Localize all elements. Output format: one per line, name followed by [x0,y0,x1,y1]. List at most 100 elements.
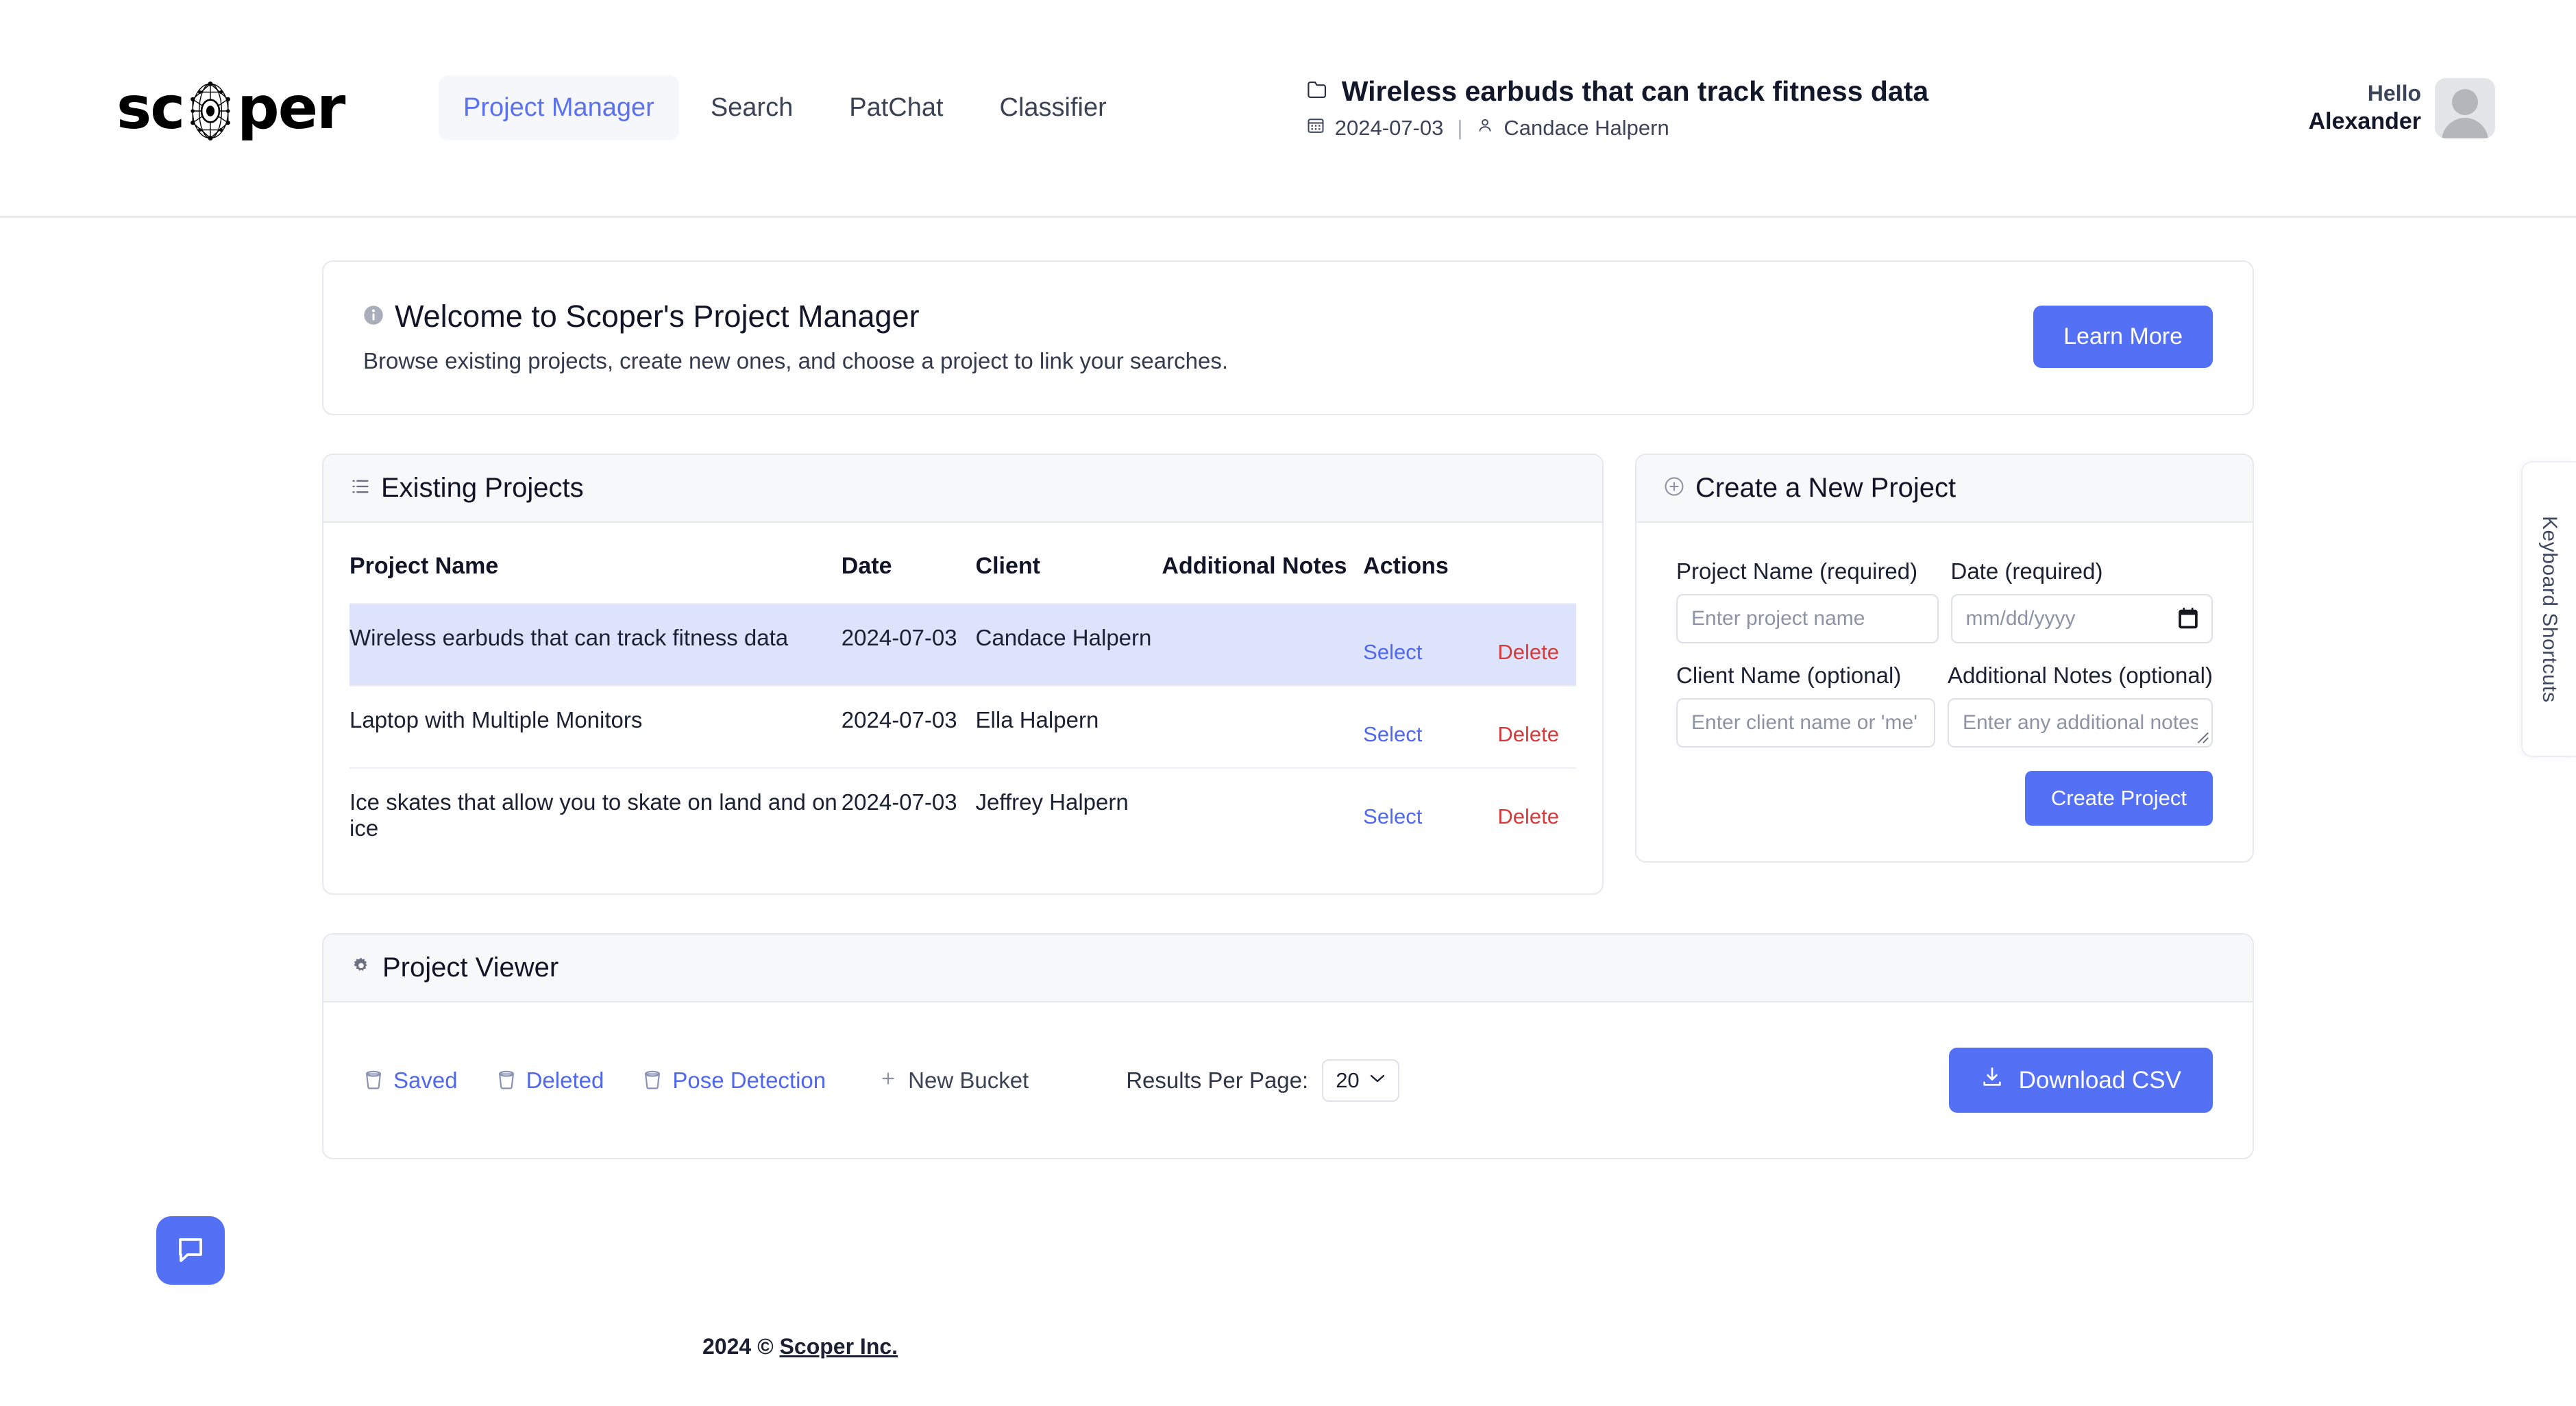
welcome-banner: Welcome to Scoper's Project Manager Brow… [322,260,2254,415]
bucket-list: Saved Deleted Pose Detection New Bucket … [363,1059,1399,1102]
notes-input-wrap [1947,698,2213,748]
app-header: sc per Project Manager Search PatChat Cl… [0,0,2576,218]
existing-projects-table-wrap: Project Name Date Client Additional Note… [323,523,1602,893]
plus-icon [879,1070,897,1091]
project-name-label: Project Name (required) [1676,558,1918,584]
cell-notes [1162,604,1363,686]
table-body: Wireless earbuds that can track fitness … [349,604,1576,862]
create-project-form: Project Name (required) Date (required) [1636,523,2253,861]
bucket-label: Pose Detection [672,1067,826,1093]
meta-separator: | [1457,116,1463,140]
delete-project-link[interactable]: Delete [1497,804,1559,829]
cell-actions: Select Delete [1363,604,1576,686]
cell-notes [1162,768,1363,862]
cell-client: Ella Halpern [975,707,1099,732]
logo-text: sc per [116,73,345,143]
footer-company-link[interactable]: Scoper Inc. [780,1334,898,1359]
nav-item-patchat[interactable]: PatChat [824,75,968,140]
current-project-title-row: Wireless earbuds that can track fitness … [1306,75,2309,108]
plus-circle-icon [1664,476,1684,500]
additional-notes-input[interactable] [1947,698,2213,748]
cell-notes [1162,686,1363,768]
keyboard-shortcuts-tab[interactable]: Keyboard Shortcuts [2521,461,2576,757]
resize-grip-icon[interactable] [2194,729,2209,744]
bucket-pose-detection[interactable]: Pose Detection [642,1068,826,1094]
create-project-card: Create a New Project Project Name (requi… [1635,454,2254,863]
welcome-title: Welcome to Scoper's Project Manager [395,299,920,334]
avatar[interactable] [2435,77,2495,138]
cell-actions: Select Delete [1363,768,1576,862]
cell-date: 2024-07-03 [841,707,957,732]
existing-projects-table: Project Name Date Client Additional Note… [349,553,1576,862]
network-eye-icon [181,81,240,140]
download-csv-label: Download CSV [2018,1066,2181,1094]
date-input[interactable] [1950,594,2213,643]
project-viewer-title: Project Viewer [382,952,559,983]
select-project-link[interactable]: Select [1363,722,1422,747]
nav-item-project-manager[interactable]: Project Manager [439,75,679,140]
cell-project-name: Wireless earbuds that can track fitness … [349,625,789,650]
list-icon [351,478,370,499]
footer-copyright: 2024 © [702,1334,774,1359]
logo-text-after: per [237,73,345,143]
date-label: Date (required) [1950,558,2103,584]
existing-projects-column: Existing Projects Project Name Date Clie… [322,454,1604,895]
create-project-column: Create a New Project Project Name (requi… [1635,454,2254,863]
date-group: Date (required) [1950,558,2213,643]
content-columns: Existing Projects Project Name Date Clie… [322,454,2254,895]
table-row[interactable]: Laptop with Multiple Monitors 2024-07-03… [349,686,1576,768]
select-project-link[interactable]: Select [1363,640,1422,665]
footer: 2024 © Scoper Inc. [322,1334,2254,1359]
logo[interactable]: sc per [116,73,439,143]
user-menu[interactable]: Hello Alexander [2309,77,2535,138]
table-row[interactable]: Ice skates that allow you to skate on la… [349,768,1576,862]
learn-more-button[interactable]: Learn More [2033,305,2213,368]
new-bucket-label: New Bucket [908,1067,1029,1093]
cell-date: 2024-07-03 [841,789,957,815]
notes-label: Additional Notes (optional) [1947,663,2213,688]
client-name-label: Client Name (optional) [1676,663,1902,688]
current-project-date: 2024-07-03 [1334,116,1444,140]
download-csv-button[interactable]: Download CSV [1948,1048,2213,1113]
delete-project-link[interactable]: Delete [1497,640,1559,665]
new-bucket-button[interactable]: New Bucket [879,1068,1029,1094]
table-row[interactable]: Wireless earbuds that can track fitness … [349,604,1576,686]
chat-launcher-button[interactable] [156,1216,225,1285]
info-circle-icon [363,305,384,329]
form-row-1: Project Name (required) Date (required) [1676,558,2213,643]
nav-item-search[interactable]: Search [686,75,818,140]
calendar-icon [1306,116,1325,140]
results-per-page-label: Results Per Page: [1126,1067,1309,1093]
project-viewer-section: Project Viewer Saved Deleted Pose Detect… [322,933,2254,1159]
create-project-button[interactable]: Create Project [2024,771,2213,826]
create-project-title: Create a New Project [1695,473,1956,503]
welcome-title-row: Welcome to Scoper's Project Manager [363,299,1228,334]
current-project-title: Wireless earbuds that can track fitness … [1341,75,1929,107]
bucket-icon [496,1068,517,1093]
client-name-group: Client Name (optional) [1676,663,1935,748]
cell-date: 2024-07-03 [841,625,957,650]
nav-item-classifier[interactable]: Classifier [975,75,1131,140]
results-per-page: Results Per Page: 20 [1126,1059,1399,1102]
delete-project-link[interactable]: Delete [1497,722,1559,747]
existing-projects-title: Existing Projects [381,473,584,503]
results-per-page-select[interactable]: 20 [1322,1059,1399,1102]
project-name-input[interactable] [1676,594,1939,643]
project-name-group: Project Name (required) [1676,558,1939,643]
select-project-link[interactable]: Select [1363,804,1422,829]
date-input-wrap [1950,594,2213,643]
create-project-button-row: Create Project [1676,771,2213,826]
bucket-icon [642,1068,663,1093]
cell-client: Jeffrey Halpern [975,789,1129,815]
current-project-meta: 2024-07-03 | Candace Halpern [1306,116,2309,140]
chat-bubble-icon [174,1233,207,1268]
user-greeting: Hello Alexander [2309,79,2421,136]
bucket-deleted[interactable]: Deleted [496,1068,604,1094]
greeting-text: Hello [2367,81,2421,106]
client-name-input[interactable] [1676,698,1935,748]
bucket-saved[interactable]: Saved [363,1068,458,1094]
gear-icon [351,956,371,980]
bucket-icon [363,1068,384,1093]
main-content: Welcome to Scoper's Project Manager Brow… [0,218,2576,1359]
person-icon [1476,116,1494,140]
